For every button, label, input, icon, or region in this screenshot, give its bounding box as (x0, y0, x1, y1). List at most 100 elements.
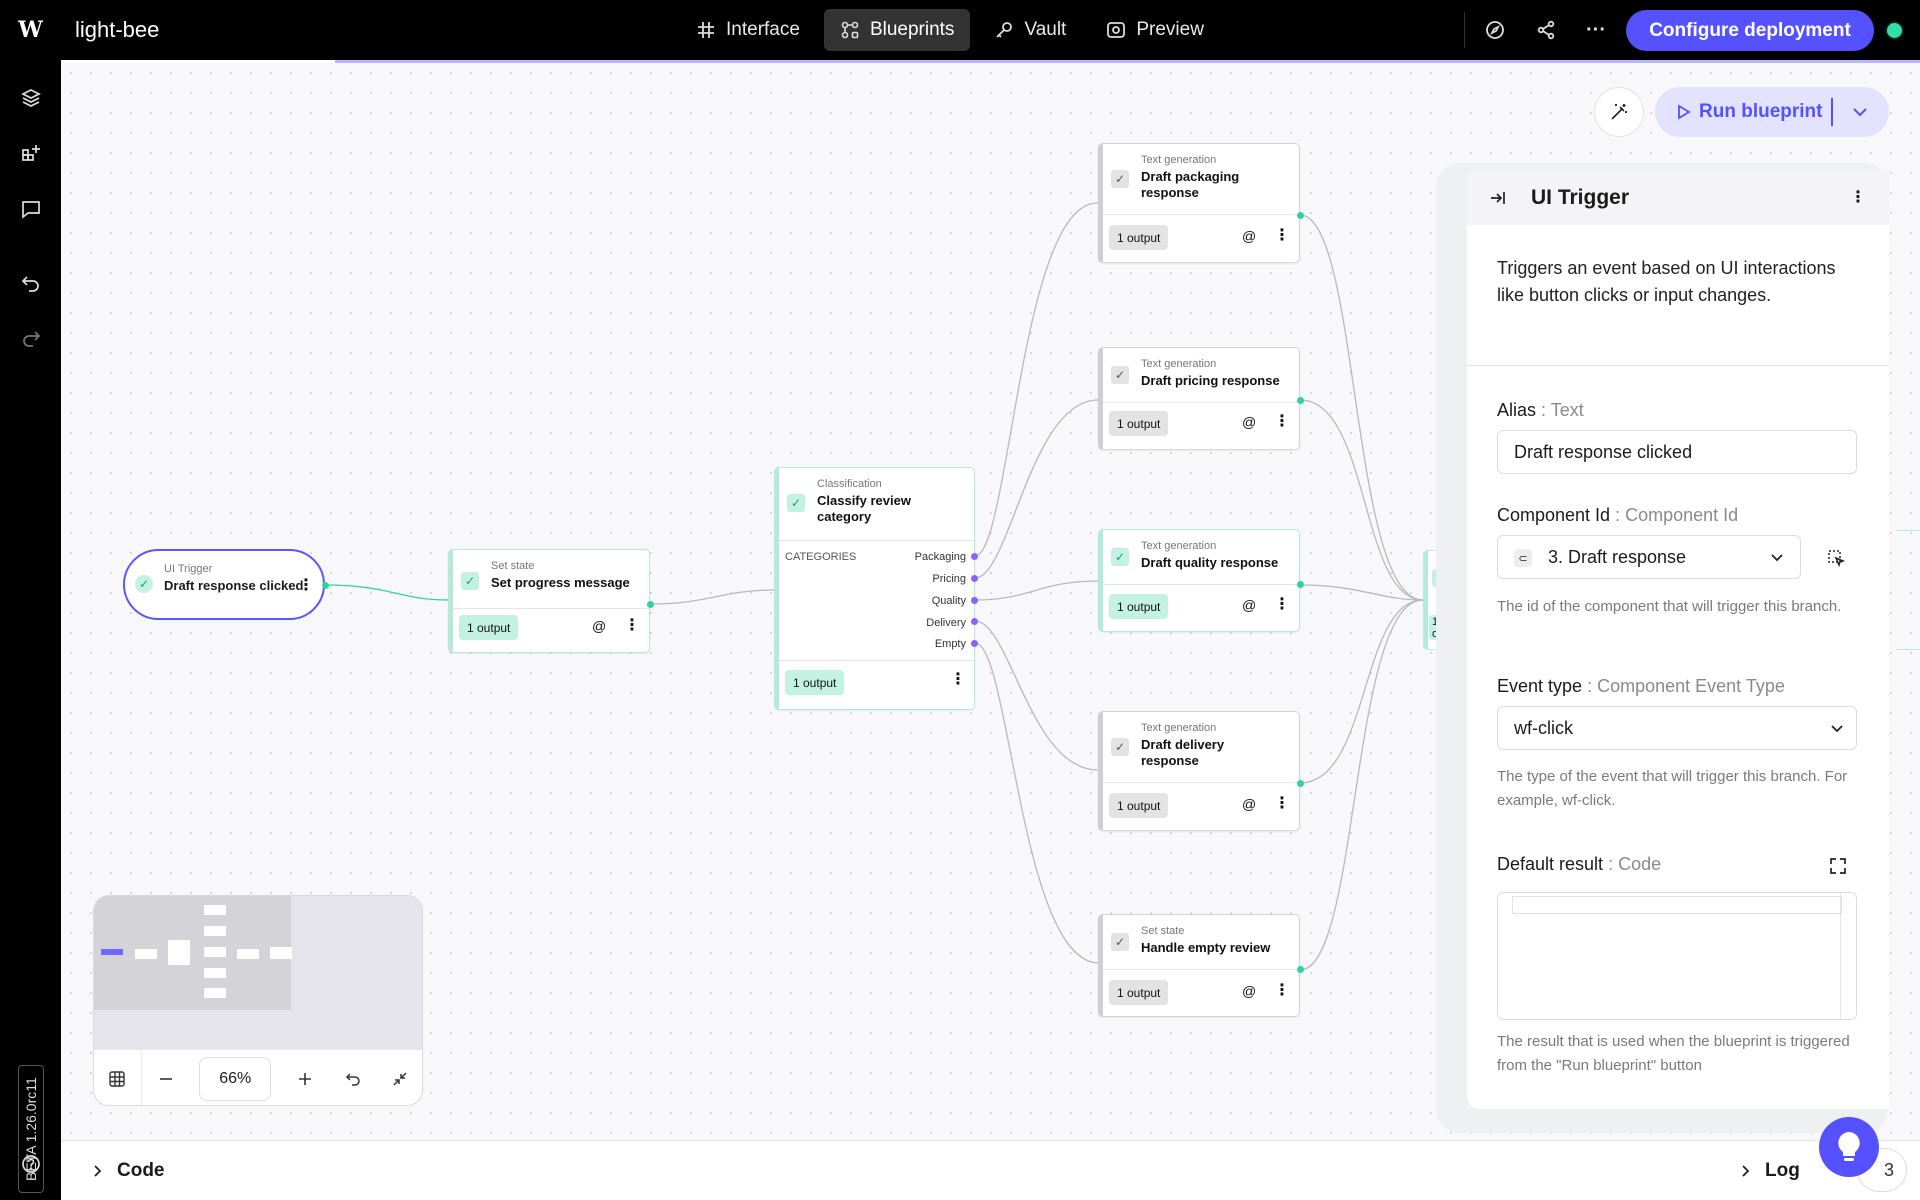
at-icon[interactable]: @ (1242, 796, 1256, 812)
output-badge[interactable]: 1 output (1109, 411, 1169, 436)
output-port[interactable] (1297, 397, 1304, 404)
output-port[interactable] (1297, 780, 1304, 787)
node-menu-icon[interactable]: ⋮ (1274, 597, 1290, 613)
categories-label: CATEGORIES (785, 551, 857, 563)
node-menu-icon[interactable]: ⋮ (1274, 796, 1290, 812)
scrollbar[interactable] (1840, 893, 1856, 1019)
node-draft-quality[interactable]: ✓ Text generation Draft quality response… (1098, 529, 1300, 632)
category-pricing: Pricing (932, 573, 966, 585)
tips-button[interactable] (1819, 1117, 1879, 1177)
node-draft-packaging[interactable]: ✓ Text generation Draft packaging respon… (1098, 143, 1300, 263)
node-draft-delivery[interactable]: ✓ Text generation Draft delivery respons… (1098, 711, 1300, 831)
log-toggle[interactable]: Log (1741, 1160, 1800, 1182)
tab-blueprints[interactable]: Blueprints (823, 9, 971, 51)
hash-icon (698, 22, 714, 38)
output-badge[interactable]: 1 output (459, 615, 519, 640)
field-name: Event type (1497, 676, 1583, 696)
port-quality[interactable] (971, 597, 978, 604)
grid-toggle-button[interactable] (94, 1051, 142, 1105)
at-icon[interactable]: @ (592, 618, 606, 634)
alias-input[interactable]: Draft response clicked (1497, 430, 1857, 474)
port-delivery[interactable] (971, 618, 978, 625)
divider (1103, 402, 1299, 403)
port-empty[interactable] (971, 640, 978, 647)
event-type-select[interactable]: wf-click (1497, 706, 1857, 750)
more-icon[interactable]: ··· (1584, 18, 1608, 42)
chevron-down-icon[interactable] (1852, 106, 1868, 118)
comment-icon[interactable] (18, 196, 44, 222)
at-icon[interactable]: @ (1242, 983, 1256, 999)
component-id-select[interactable]: ⊂ 3. Draft response (1497, 535, 1801, 579)
code-line (1512, 896, 1842, 914)
configure-deployment-button[interactable]: Configure deployment (1626, 10, 1874, 51)
node-set-progress[interactable]: ✓ Set state Set progress message 1 outpu… (448, 549, 650, 653)
node-type: Text generation (1141, 540, 1217, 552)
output-port[interactable] (647, 601, 654, 608)
node-type: Text generation (1141, 154, 1217, 166)
divider (779, 660, 974, 661)
share-icon[interactable] (1534, 18, 1558, 42)
pick-component-icon[interactable] (1827, 549, 1845, 567)
minus-icon (159, 1078, 172, 1080)
node-title: Draft quality response (1141, 555, 1279, 570)
node-draft-pricing[interactable]: ✓ Text generation Draft pricing response… (1098, 347, 1300, 450)
compass-icon[interactable] (1483, 18, 1507, 42)
output-badge[interactable]: 1 output (1109, 225, 1169, 250)
tab-preview[interactable]: Preview (1090, 9, 1220, 51)
code-toggle[interactable]: Code (93, 1160, 165, 1182)
node-handle-empty[interactable]: ✓ Set state Handle empty review 1 output… (1098, 914, 1300, 1017)
tab-vault[interactable]: Vault (978, 9, 1082, 51)
minimap[interactable]: 66% (93, 895, 423, 1106)
field-name: Component Id (1497, 505, 1611, 525)
node-menu-icon[interactable]: ⋮ (1274, 414, 1290, 430)
node-menu-icon[interactable]: ⋮ (950, 672, 966, 688)
output-port[interactable] (1297, 966, 1304, 973)
node-ui-trigger[interactable]: ✓ UI Trigger Draft response clicked ⋮ (123, 549, 325, 620)
output-badge[interactable]: 1 output (785, 670, 845, 695)
undo-icon[interactable] (18, 270, 44, 296)
output-port[interactable] (1297, 581, 1304, 588)
autogen-button[interactable] (1594, 87, 1644, 137)
redo-icon[interactable] (18, 325, 44, 351)
node-menu-icon[interactable]: ⋮ (298, 578, 314, 594)
node-menu-icon[interactable]: ⋮ (624, 618, 640, 634)
event-type-value: wf-click (1514, 717, 1573, 738)
output-badge[interactable]: 1 output (1109, 594, 1169, 619)
check-icon: ✓ (1111, 170, 1129, 188)
collapse-panel-icon[interactable] (1489, 189, 1507, 207)
at-icon[interactable]: @ (1242, 597, 1256, 613)
reset-zoom-button[interactable] (329, 1051, 377, 1105)
minimap-viewport[interactable] (94, 896, 422, 1050)
node-menu-icon[interactable]: ⋮ (1274, 228, 1290, 244)
minimap-node (204, 947, 226, 957)
expand-icon[interactable] (1829, 857, 1847, 875)
output-port[interactable] (322, 582, 329, 589)
fit-view-button[interactable] (376, 1051, 422, 1105)
help-icon[interactable] (18, 1151, 44, 1177)
default-result-code-editor[interactable] (1497, 892, 1857, 1020)
add-block-icon[interactable] (18, 140, 44, 166)
chevron-right-icon (94, 1165, 102, 1177)
zoom-level[interactable]: 66% (199, 1057, 272, 1101)
node-classify[interactable]: ✓ Classification Classify review categor… (774, 467, 975, 710)
writer-logo[interactable]: W (0, 0, 61, 60)
port-packaging[interactable] (971, 553, 978, 560)
at-icon[interactable]: @ (1242, 414, 1256, 430)
run-blueprint-button[interactable]: Run blueprint (1655, 87, 1889, 137)
bottom-bar: Code Log (61, 1140, 1920, 1200)
output-badge[interactable]: 1 output (1109, 793, 1169, 818)
tab-interface[interactable]: Interface (680, 9, 816, 51)
output-badge[interactable]: 1 output (1109, 980, 1169, 1005)
panel-menu-icon[interactable]: ⋮ (1850, 190, 1866, 206)
app-name[interactable]: light-bee (75, 17, 159, 43)
at-icon[interactable]: @ (1242, 228, 1256, 244)
zoom-out-button[interactable] (142, 1051, 190, 1105)
zoom-in-button[interactable] (281, 1051, 329, 1105)
minimap-node (168, 940, 190, 965)
node-menu-icon[interactable]: ⋮ (1274, 983, 1290, 999)
port-pricing[interactable] (971, 575, 978, 582)
output-port[interactable] (1297, 212, 1304, 219)
field-type: Code (1618, 854, 1662, 874)
panel-description: Triggers an event based on UI interactio… (1497, 258, 1836, 305)
layers-icon[interactable] (18, 85, 44, 111)
